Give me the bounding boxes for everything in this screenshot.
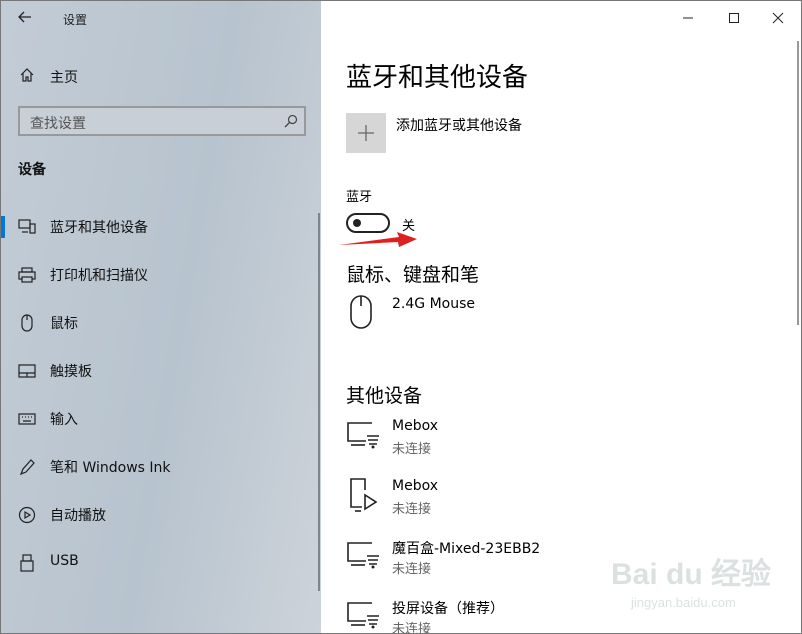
pen-icon	[19, 459, 35, 476]
maximize-icon	[729, 13, 739, 23]
sidebar-item-touchpad[interactable]: 触摸板	[1, 350, 321, 390]
media-device-icon	[350, 478, 378, 512]
sidebar-item-label: 自动播放	[50, 508, 106, 524]
mouse-keyboard-section-title: 鼠标、键盘和笔	[346, 264, 480, 286]
sidebar-section-title: 设备	[18, 162, 46, 178]
page-title: 蓝牙和其他设备	[346, 63, 529, 93]
sidebar-item-printers[interactable]: 打印机和扫描仪	[1, 254, 321, 294]
sidebar-item-typing[interactable]: 输入	[1, 398, 321, 438]
sidebar-item-usb[interactable]: USB	[1, 542, 321, 582]
sidebar-item-label: 触摸板	[50, 364, 92, 380]
maximize-button[interactable]	[711, 1, 757, 35]
sidebar-item-autoplay[interactable]: 自动播放	[1, 494, 321, 534]
device-status: 未连接	[392, 442, 432, 457]
watermark-url: jingyan.baidu.com	[631, 595, 736, 610]
title-bar: 设置	[1, 1, 321, 35]
add-device-button[interactable]	[346, 113, 386, 153]
baidu-watermark: Bai du 经验 jingyan.baidu.com	[611, 549, 781, 629]
sidebar-item-pen[interactable]: 笔和 Windows Ink	[1, 446, 321, 486]
mouse-icon	[21, 314, 33, 332]
back-arrow-icon	[18, 11, 31, 23]
sidebar-item-label: 输入	[50, 412, 78, 428]
app-title: 设置	[63, 13, 88, 27]
device-item[interactable]: Mebox 未连接	[346, 477, 786, 529]
device-item[interactable]: 2.4G Mouse	[346, 295, 786, 347]
home-icon	[20, 68, 34, 82]
close-button[interactable]	[755, 1, 801, 35]
wireless-display-icon	[347, 422, 379, 449]
minimize-button[interactable]	[665, 1, 711, 35]
add-device-label[interactable]: 添加蓝牙或其他设备	[396, 115, 522, 135]
search-icon	[284, 114, 298, 128]
sidebar-item-label: 蓝牙和其他设备	[50, 220, 148, 236]
minimize-icon	[683, 17, 693, 19]
other-devices-section-title: 其他设备	[346, 385, 423, 407]
watermark-text: Bai du 经验	[611, 558, 772, 591]
device-name: Mebox	[392, 418, 438, 434]
device-name: Mebox	[392, 478, 438, 494]
sidebar-item-label: USB	[50, 553, 79, 569]
close-icon	[772, 12, 784, 24]
wireless-display-icon	[347, 602, 379, 629]
back-button[interactable]	[11, 5, 41, 31]
printer-icon	[18, 267, 36, 283]
sidebar: 设置 主页 查找设置 设备 蓝牙和其他设备 打印机和扫描仪 鼠标 触摸板 输入 …	[1, 1, 321, 633]
wireless-display-icon	[347, 542, 379, 569]
sidebar-item-label: 打印机和扫描仪	[50, 268, 148, 284]
main-scrollbar[interactable]	[797, 41, 799, 325]
search-placeholder: 查找设置	[30, 116, 86, 132]
device-name: 2.4G Mouse	[392, 296, 475, 312]
device-status: 未连接	[392, 502, 432, 517]
toggle-knob	[353, 219, 361, 227]
sidebar-home[interactable]: 主页	[1, 59, 321, 91]
settings-window: 设置 主页 查找设置 设备 蓝牙和其他设备 打印机和扫描仪 鼠标 触摸板 输入 …	[0, 0, 802, 634]
keyboard-icon	[18, 413, 36, 425]
bluetooth-label: 蓝牙	[346, 190, 373, 205]
sidebar-scrollbar[interactable]	[318, 213, 320, 591]
device-name: 魔百盒-Mixed-23EBB2	[392, 541, 541, 557]
touchpad-icon	[18, 364, 36, 378]
device-item[interactable]: Mebox 未连接	[346, 417, 786, 469]
bluetooth-toggle[interactable]	[346, 213, 390, 233]
sidebar-item-bluetooth[interactable]: 蓝牙和其他设备	[1, 206, 321, 246]
device-status: 未连接	[392, 622, 432, 634]
red-arrow-annotation	[339, 232, 417, 247]
device-name: 投屏设备（推荐）	[392, 601, 504, 617]
sidebar-home-label: 主页	[50, 70, 78, 86]
main-pane: 蓝牙和其他设备 添加蓝牙或其他设备 蓝牙 关 鼠标、键盘和笔 2.4G Mous…	[321, 1, 801, 633]
bluetooth-devices-icon	[18, 219, 36, 234]
plus-icon	[358, 125, 374, 141]
mouse-device-icon	[350, 295, 372, 329]
search-input[interactable]: 查找设置	[18, 106, 306, 136]
usb-icon	[20, 554, 34, 572]
device-status: 未连接	[392, 562, 432, 577]
sidebar-item-label: 鼠标	[50, 316, 78, 332]
sidebar-item-label: 笔和 Windows Ink	[50, 460, 171, 476]
autoplay-icon	[18, 506, 36, 524]
sidebar-item-mouse[interactable]: 鼠标	[1, 302, 321, 342]
